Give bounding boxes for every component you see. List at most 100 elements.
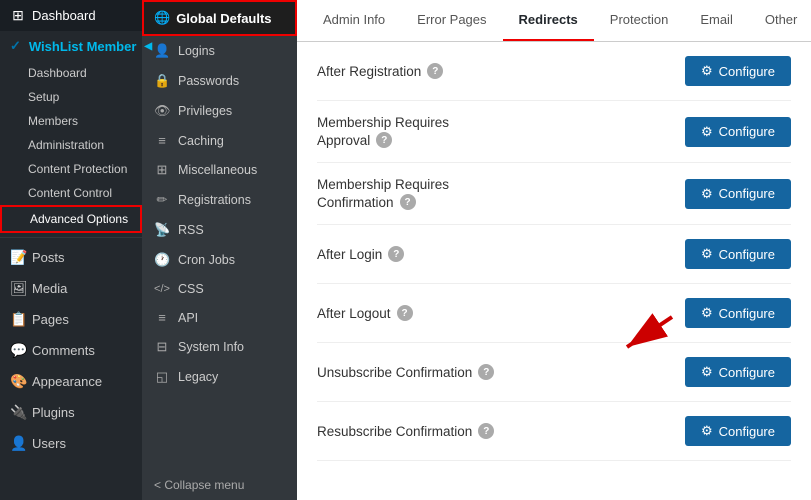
plugin-sidebar-caching[interactable]: ≡ Caching bbox=[142, 126, 297, 155]
redirect-row-after-login: After Login ? ⚙ Configure bbox=[317, 225, 791, 284]
redirect-label-after-login: After Login ? bbox=[317, 246, 404, 262]
redirect-label-resubscribe: Resubscribe Confirmation ? bbox=[317, 423, 494, 439]
sidebar-item-advanced-options[interactable]: Advanced Options bbox=[0, 205, 142, 233]
tab-redirects[interactable]: Redirects bbox=[503, 0, 594, 41]
plugins-icon: 🔌 bbox=[10, 404, 26, 421]
caching-icon: ≡ bbox=[154, 133, 170, 148]
content-wrapper: After Registration ? ⚙ Configure Members… bbox=[297, 42, 811, 500]
sidebar-item-pages[interactable]: 📋 Pages bbox=[0, 304, 142, 335]
sidebar-item-setup[interactable]: Setup bbox=[0, 85, 142, 109]
plugin-sidebar-system-info[interactable]: ⊟ System Info bbox=[142, 332, 297, 362]
passwords-icon: 🔒 bbox=[154, 73, 170, 89]
plugin-sidebar-css[interactable]: </> CSS bbox=[142, 275, 297, 303]
sidebar-item-content-protection[interactable]: Content Protection bbox=[0, 157, 142, 181]
logins-icon: 👤 bbox=[154, 43, 170, 59]
configure-button-after-registration[interactable]: ⚙ Configure bbox=[685, 56, 791, 86]
css-icon: </> bbox=[154, 283, 170, 295]
pages-icon: 📋 bbox=[10, 311, 26, 328]
plugin-sidebar-passwords[interactable]: 🔒 Passwords bbox=[142, 66, 297, 96]
cron-icon: 🕐 bbox=[154, 252, 170, 268]
sidebar-item-dashboard-sub[interactable]: Dashboard bbox=[0, 61, 142, 85]
configure-button-unsubscribe[interactable]: ⚙ Configure bbox=[685, 357, 791, 387]
redirect-label-membership-approval: Membership Requires Approval ? bbox=[317, 115, 449, 148]
gear-icon-unsubscribe: ⚙ bbox=[701, 364, 713, 380]
tab-admin-info[interactable]: Admin Info bbox=[307, 0, 401, 41]
sidebar-item-users[interactable]: 👤 Users bbox=[0, 428, 142, 459]
sidebar-item-wishlist[interactable]: ✓ WishList Member ◀ bbox=[0, 31, 142, 61]
help-icon-unsubscribe[interactable]: ? bbox=[478, 364, 494, 380]
system-info-icon: ⊟ bbox=[154, 339, 170, 355]
configure-button-membership-confirmation[interactable]: ⚙ Configure bbox=[685, 179, 791, 209]
help-icon-after-registration[interactable]: ? bbox=[427, 63, 443, 79]
main-content: Admin Info Error Pages Redirects Protect… bbox=[297, 0, 811, 500]
dashboard-icon: ⊞ bbox=[10, 7, 26, 24]
tabs-bar: Admin Info Error Pages Redirects Protect… bbox=[297, 0, 811, 42]
sidebar-item-content-control[interactable]: Content Control bbox=[0, 181, 142, 205]
redirect-row-membership-confirmation: Membership Requires Confirmation ? ⚙ Con… bbox=[317, 163, 791, 225]
chevron-icon: ◀ bbox=[144, 41, 152, 52]
legacy-icon: ◱ bbox=[154, 369, 170, 385]
gear-icon-after-login: ⚙ bbox=[701, 246, 713, 262]
help-icon-resubscribe[interactable]: ? bbox=[478, 423, 494, 439]
help-icon-membership-approval[interactable]: ? bbox=[376, 132, 392, 148]
gear-icon-membership-confirmation: ⚙ bbox=[701, 186, 713, 202]
users-icon: 👤 bbox=[10, 435, 26, 452]
tab-error-pages[interactable]: Error Pages bbox=[401, 0, 502, 41]
redirects-content: After Registration ? ⚙ Configure Members… bbox=[297, 42, 811, 500]
redirect-label-membership-confirmation: Membership Requires Confirmation ? bbox=[317, 177, 449, 210]
plugin-sidebar-registrations[interactable]: ✏ Registrations bbox=[142, 185, 297, 215]
registrations-icon: ✏ bbox=[154, 192, 170, 208]
help-icon-membership-confirmation[interactable]: ? bbox=[400, 194, 416, 210]
configure-button-resubscribe[interactable]: ⚙ Configure bbox=[685, 416, 791, 446]
comments-icon: 💬 bbox=[10, 342, 26, 359]
appearance-icon: 🎨 bbox=[10, 373, 26, 390]
sidebar-item-administration[interactable]: Administration bbox=[0, 133, 142, 157]
plugin-sidebar-cron-jobs[interactable]: 🕐 Cron Jobs bbox=[142, 245, 297, 275]
plugin-sidebar-rss[interactable]: 📡 RSS bbox=[142, 215, 297, 245]
sidebar-item-dashboard[interactable]: ⊞ Dashboard bbox=[0, 0, 142, 31]
configure-button-membership-approval[interactable]: ⚙ Configure bbox=[685, 117, 791, 147]
help-icon-after-login[interactable]: ? bbox=[388, 246, 404, 262]
sidebar-item-posts[interactable]: 📝 Posts bbox=[0, 242, 142, 273]
plugin-sidebar-privileges[interactable]: 👁 Privileges bbox=[142, 96, 297, 126]
plugin-sidebar-api[interactable]: ≡ API bbox=[142, 303, 297, 332]
gear-icon-after-registration: ⚙ bbox=[701, 63, 713, 79]
tab-email[interactable]: Email bbox=[684, 0, 749, 41]
plugin-sidebar: 🌐 Global Defaults 👤 Logins 🔒 Passwords 👁… bbox=[142, 0, 297, 500]
media-icon: 🖼 bbox=[10, 280, 26, 297]
redirect-label-after-registration: After Registration ? bbox=[317, 63, 443, 79]
collapse-menu-button[interactable]: < Collapse menu bbox=[142, 470, 297, 500]
redirect-row-after-logout: After Logout ? ⚙ Configure bbox=[317, 284, 791, 343]
sidebar-item-comments[interactable]: 💬 Comments bbox=[0, 335, 142, 366]
sidebar-divider bbox=[0, 237, 142, 238]
api-icon: ≡ bbox=[154, 310, 170, 325]
redirect-row-unsubscribe: Unsubscribe Confirmation ? ⚙ Configure bbox=[317, 343, 791, 402]
plugin-sidebar-miscellaneous[interactable]: ⊞ Miscellaneous bbox=[142, 155, 297, 185]
redirect-label-unsubscribe: Unsubscribe Confirmation ? bbox=[317, 364, 494, 380]
configure-button-after-logout[interactable]: ⚙ Configure bbox=[685, 298, 791, 328]
redirect-row-resubscribe: Resubscribe Confirmation ? ⚙ Configure bbox=[317, 402, 791, 461]
tab-protection[interactable]: Protection bbox=[594, 0, 685, 41]
global-defaults-header[interactable]: 🌐 Global Defaults bbox=[142, 0, 297, 36]
gear-icon-resubscribe: ⚙ bbox=[701, 423, 713, 439]
redirect-row-membership-approval: Membership Requires Approval ? ⚙ Configu… bbox=[317, 101, 791, 163]
redirect-label-after-logout: After Logout ? bbox=[317, 305, 413, 321]
configure-button-after-login[interactable]: ⚙ Configure bbox=[685, 239, 791, 269]
gear-icon-membership-approval: ⚙ bbox=[701, 124, 713, 140]
wp-admin-sidebar: ⊞ Dashboard ✓ WishList Member ◀ Dashboar… bbox=[0, 0, 142, 500]
rss-icon: 📡 bbox=[154, 222, 170, 238]
plugin-sidebar-logins[interactable]: 👤 Logins bbox=[142, 36, 297, 66]
help-icon-after-logout[interactable]: ? bbox=[397, 305, 413, 321]
sidebar-item-media[interactable]: 🖼 Media bbox=[0, 273, 142, 304]
check-icon: ✓ bbox=[10, 38, 21, 54]
globe-icon: 🌐 bbox=[154, 10, 170, 26]
posts-icon: 📝 bbox=[10, 249, 26, 266]
sidebar-item-members[interactable]: Members bbox=[0, 109, 142, 133]
redirect-row-after-registration: After Registration ? ⚙ Configure bbox=[317, 42, 791, 101]
plugin-sidebar-legacy[interactable]: ◱ Legacy bbox=[142, 362, 297, 392]
gear-icon-after-logout: ⚙ bbox=[701, 305, 713, 321]
sidebar-item-appearance[interactable]: 🎨 Appearance bbox=[0, 366, 142, 397]
sidebar-item-plugins[interactable]: 🔌 Plugins bbox=[0, 397, 142, 428]
misc-icon: ⊞ bbox=[154, 162, 170, 178]
tab-other[interactable]: Other bbox=[749, 0, 811, 41]
